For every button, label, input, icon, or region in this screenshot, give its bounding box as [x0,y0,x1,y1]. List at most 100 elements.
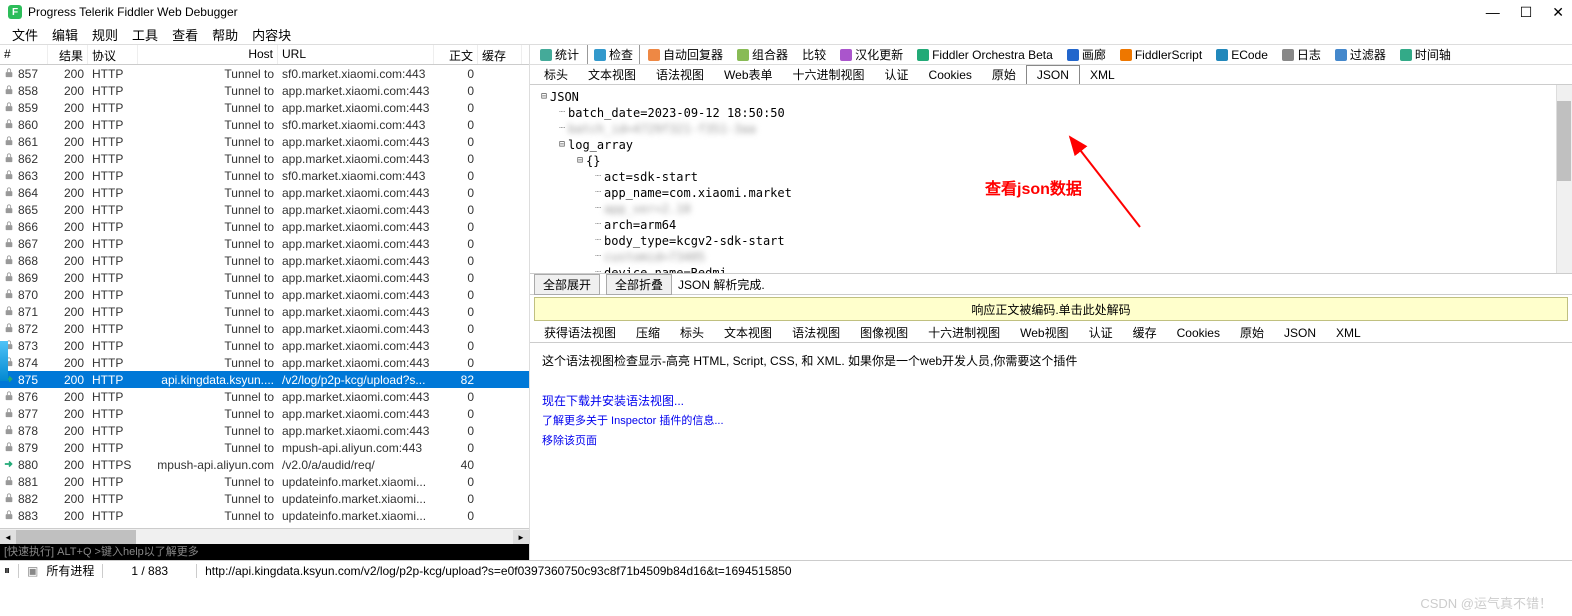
session-row[interactable]: 864 200 HTTP Tunnel to app.market.xiaomi… [0,184,529,201]
sessions-list[interactable]: 857 200 HTTP Tunnel to sf0.market.xiaomi… [0,65,529,528]
session-row[interactable]: 865 200 HTTP Tunnel to app.market.xiaomi… [0,201,529,218]
resptab-XML[interactable]: XML [1326,324,1371,342]
json-node[interactable]: ┈ app_ver=2.10 [538,201,1564,217]
maximize-button[interactable]: ☐ [1520,4,1533,21]
learn-more-link[interactable]: 了解更多关于 Inspector 插件的信息... [542,415,724,427]
reqtab-原始[interactable]: 原始 [982,64,1026,85]
session-row[interactable]: 873 200 HTTP Tunnel to app.market.xiaomi… [0,337,529,354]
session-row[interactable]: 882 200 HTTP Tunnel to updateinfo.market… [0,490,529,507]
resptab-JSON[interactable]: JSON [1274,324,1326,342]
col-cache[interactable]: 缓存 [478,45,522,64]
json-node[interactable]: ┈ act=sdk-start [538,169,1564,185]
expand-all-button[interactable]: 全部展开 [534,274,600,295]
session-row[interactable]: 859 200 HTTP Tunnel to app.market.xiaomi… [0,99,529,116]
scroll-thumb[interactable] [16,530,136,544]
decode-bar[interactable]: 响应正文被编码.单击此处解码 [534,297,1568,321]
reqtab-Cookies[interactable]: Cookies [919,66,982,84]
tab-汉化更新[interactable]: 汉化更新 [834,45,909,65]
json-node[interactable]: ⊟ JSON [538,89,1564,105]
json-node[interactable]: ┈ arch=arm64 [538,217,1564,233]
tab-Fiddler Orchestra Beta[interactable]: Fiddler Orchestra Beta [911,46,1059,64]
tab-比较[interactable]: 比较 [796,45,832,65]
col-protocol[interactable]: 协议 [88,45,138,64]
quickexec-bar[interactable]: [快速执行] ALT+Q >键入help以了解更多 [0,544,529,560]
tab-检查[interactable]: 检查 [587,45,640,65]
session-row[interactable]: 883 200 HTTP Tunnel to updateinfo.market… [0,507,529,524]
scroll-right-arrow[interactable]: ► [513,530,529,544]
close-button[interactable]: ✕ [1552,4,1564,21]
menu-查看[interactable]: 查看 [172,25,198,44]
session-row[interactable]: 870 200 HTTP Tunnel to app.market.xiaomi… [0,286,529,303]
vertical-scrollbar[interactable] [1556,85,1572,273]
json-node[interactable]: ⊟ log_array [538,137,1564,153]
processes-label[interactable]: 所有进程 [46,562,94,579]
session-row[interactable]: 875 200 HTTP api.kingdata.ksyun.... /v2/… [0,371,529,388]
tab-日志[interactable]: 日志 [1276,45,1327,65]
session-row[interactable]: 866 200 HTTP Tunnel to app.market.xiaomi… [0,218,529,235]
session-row[interactable]: 872 200 HTTP Tunnel to app.market.xiaomi… [0,320,529,337]
json-node[interactable]: ┈ body_type=kcgv2-sdk-start [538,233,1564,249]
resptab-认证[interactable]: 认证 [1079,322,1123,343]
json-node[interactable]: ⊟ {} [538,153,1564,169]
session-row[interactable]: 858 200 HTTP Tunnel to app.market.xiaomi… [0,82,529,99]
col-host[interactable]: Host [138,45,278,64]
reqtab-Web表单[interactable]: Web表单 [714,64,782,85]
json-node[interactable]: ┈ app_name=com.xiaomi.market [538,185,1564,201]
json-tree-view[interactable]: ⊟ JSON┈ batch_date=2023-09-12 18:50:50┈ … [530,85,1572,273]
resptab-文本视图[interactable]: 文本视图 [714,322,782,343]
minimize-button[interactable]: — [1486,4,1500,21]
json-node[interactable]: ┈ batch_date=2023-09-12 18:50:50 [538,105,1564,121]
scroll-left-arrow[interactable]: ◄ [0,530,16,544]
session-row[interactable]: 857 200 HTTP Tunnel to sf0.market.xiaomi… [0,65,529,82]
session-row[interactable]: 879 200 HTTP Tunnel to mpush-api.aliyun.… [0,439,529,456]
tab-ECode[interactable]: ECode [1210,46,1274,64]
resptab-图像视图[interactable]: 图像视图 [850,322,918,343]
horizontal-scrollbar[interactable]: ◄ ► [0,528,529,544]
collapse-all-button[interactable]: 全部折叠 [606,274,672,295]
resptab-Web视图[interactable]: Web视图 [1010,322,1078,343]
session-row[interactable]: 868 200 HTTP Tunnel to app.market.xiaomi… [0,252,529,269]
session-row[interactable]: 861 200 HTTP Tunnel to app.market.xiaomi… [0,133,529,150]
reqtab-文本视图[interactable]: 文本视图 [578,64,646,85]
tab-FiddlerScript[interactable]: FiddlerScript [1114,46,1208,64]
session-row[interactable]: 860 200 HTTP Tunnel to sf0.market.xiaomi… [0,116,529,133]
tab-组合器[interactable]: 组合器 [731,45,794,65]
vscroll-thumb[interactable] [1557,101,1571,181]
session-row[interactable]: 881 200 HTTP Tunnel to updateinfo.market… [0,473,529,490]
menu-规则[interactable]: 规则 [92,25,118,44]
menu-文件[interactable]: 文件 [12,25,38,44]
resptab-原始[interactable]: 原始 [1230,322,1274,343]
col-id[interactable]: # [0,45,48,64]
menu-编辑[interactable]: 编辑 [52,25,78,44]
reqtab-十六进制视图[interactable]: 十六进制视图 [783,64,875,85]
session-row[interactable]: 862 200 HTTP Tunnel to app.market.xiaomi… [0,150,529,167]
session-row[interactable]: 878 200 HTTP Tunnel to app.market.xiaomi… [0,422,529,439]
session-row[interactable]: 874 200 HTTP Tunnel to app.market.xiaomi… [0,354,529,371]
session-row[interactable]: 867 200 HTTP Tunnel to app.market.xiaomi… [0,235,529,252]
session-row[interactable]: 877 200 HTTP Tunnel to app.market.xiaomi… [0,405,529,422]
session-row[interactable]: 876 200 HTTP Tunnel to app.market.xiaomi… [0,388,529,405]
reqtab-XML[interactable]: XML [1080,66,1125,84]
resptab-十六进制视图[interactable]: 十六进制视图 [918,322,1010,343]
json-node[interactable]: ┈ batch_id=4729f321-f351-3aa [538,121,1564,137]
download-link[interactable]: 现在下载并安装语法视图... [542,394,684,408]
resptab-标头[interactable]: 标头 [670,322,714,343]
resptab-Cookies[interactable]: Cookies [1167,324,1230,342]
menu-帮助[interactable]: 帮助 [212,25,238,44]
menu-内容块[interactable]: 内容块 [252,25,291,44]
session-row[interactable]: 869 200 HTTP Tunnel to app.market.xiaomi… [0,269,529,286]
reqtab-认证[interactable]: 认证 [875,64,919,85]
reqtab-JSON[interactable]: JSON [1026,65,1080,84]
tab-自动回复器[interactable]: 自动回复器 [642,45,729,65]
session-row[interactable]: 880 200 HTTPS mpush-api.aliyun.com /v2.0… [0,456,529,473]
json-node[interactable]: ┈ customid=73405 [538,249,1564,265]
reqtab-标头[interactable]: 标头 [534,64,578,85]
resptab-获得语法视图[interactable]: 获得语法视图 [534,322,626,343]
resptab-语法视图[interactable]: 语法视图 [782,322,850,343]
remove-page-link[interactable]: 移除该页面 [542,435,597,447]
tab-过滤器[interactable]: 过滤器 [1329,45,1392,65]
tree-toggle-icon[interactable]: ⊟ [556,137,568,153]
col-body[interactable]: 正文 [434,45,478,64]
tab-统计[interactable]: 统计 [534,45,585,65]
tree-toggle-icon[interactable]: ⊟ [574,153,586,169]
